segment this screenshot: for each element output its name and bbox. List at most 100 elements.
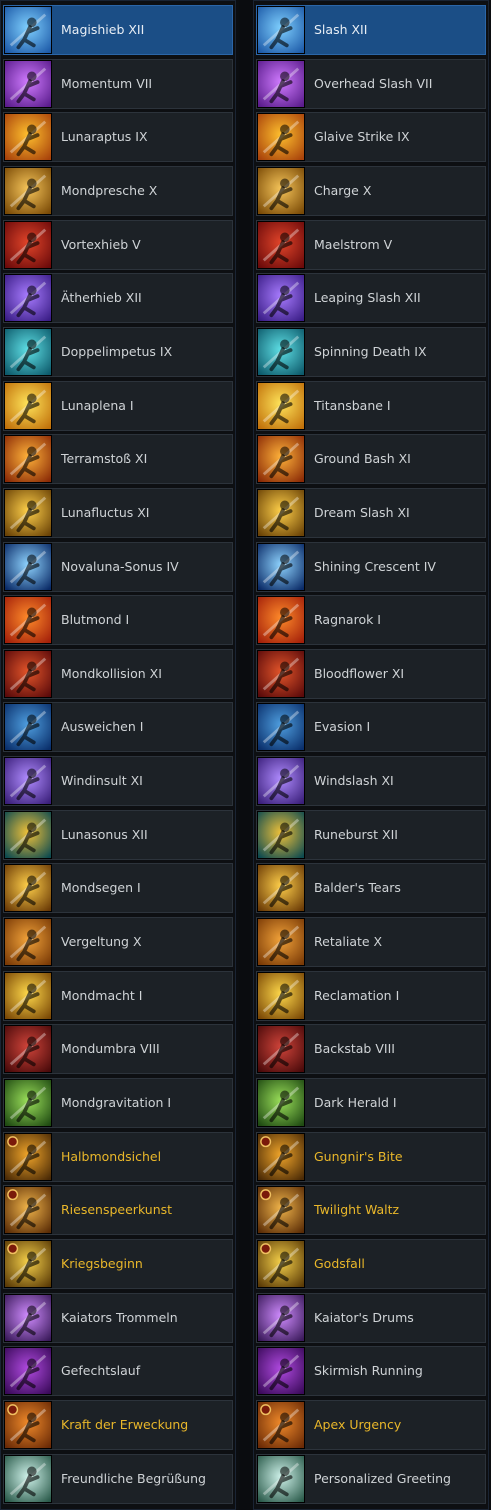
kaiators-drums-icon — [257, 1293, 305, 1342]
skill-name: Titansbane I — [314, 397, 391, 413]
skill-row[interactable]: Kaiator's Drums — [256, 1292, 486, 1343]
skill-row[interactable]: Gungnir's Bite — [256, 1131, 486, 1182]
skill-row[interactable]: Windinsult XI — [3, 756, 233, 807]
skill-row[interactable]: Personalized Greeting — [256, 1453, 486, 1504]
bloodflower-icon — [4, 649, 52, 698]
skill-name: Kriegsbeginn — [61, 1255, 143, 1271]
skill-row[interactable]: Spinning Death IX — [256, 326, 486, 377]
skill-name: Reclamation I — [314, 987, 400, 1003]
skill-row[interactable]: Windslash XI — [256, 756, 486, 807]
skill-row[interactable]: Reclamation I — [256, 970, 486, 1021]
skill-row[interactable]: Dark Herald I — [256, 1078, 486, 1128]
greeting-icon — [4, 1454, 52, 1503]
skill-name: Glaive Strike IX — [314, 129, 410, 145]
skill-row[interactable]: Halbmondsichel — [3, 1131, 233, 1182]
skill-row[interactable]: Runeburst XII — [256, 809, 486, 860]
red-sun-icon — [257, 596, 305, 645]
skill-name: Bloodflower XI — [314, 665, 405, 681]
skill-row[interactable]: Godsfall — [256, 1238, 486, 1289]
skill-row[interactable]: Glaive Strike IX — [256, 112, 486, 163]
spinning-death-icon — [4, 327, 52, 376]
leaping-slash-icon — [4, 274, 52, 323]
skill-row[interactable]: Mondgravitation I — [3, 1078, 233, 1128]
skill-row[interactable]: Leaping Slash XII — [256, 273, 486, 324]
skill-row[interactable]: Evasion I — [256, 702, 486, 753]
skill-name: Balder's Tears — [314, 880, 401, 896]
skill-row[interactable]: Momentum VII — [3, 58, 233, 109]
skill-row[interactable]: Ground Bash XI — [256, 434, 486, 485]
skill-name: Halbmondsichel — [61, 1148, 162, 1164]
skill-row[interactable]: Retaliate X — [256, 917, 486, 968]
skill-row[interactable]: Vergeltung X — [3, 917, 233, 968]
skill-row[interactable]: Lunaplena I — [3, 380, 233, 431]
skill-row[interactable]: Titansbane I — [256, 380, 486, 431]
skill-name: Lunafluctus XI — [61, 504, 150, 520]
skill-name: Blutmond I — [61, 612, 130, 628]
skill-row[interactable]: Magishieb XII — [3, 5, 233, 55]
skill-name: Runeburst XII — [314, 826, 398, 842]
skill-row[interactable]: Mondkollision XI — [3, 648, 233, 699]
skill-row[interactable]: Twilight Waltz — [256, 1185, 486, 1236]
retaliate-icon — [4, 918, 52, 967]
skill-name: Vergeltung X — [61, 934, 142, 950]
skill-row[interactable]: Blutmond I — [3, 595, 233, 646]
skill-row[interactable]: Bloodflower XI — [256, 648, 486, 699]
skill-row[interactable]: Lunasonus XII — [3, 809, 233, 860]
twilight-waltz-icon — [4, 1186, 52, 1235]
crescent-moon-icon — [4, 542, 52, 591]
backstab-icon — [257, 1025, 305, 1074]
skill-row[interactable]: Lunafluctus XI — [3, 487, 233, 538]
skill-name: Mondmacht I — [61, 987, 143, 1003]
skill-row[interactable]: Terramstoß XI — [3, 434, 233, 485]
skill-row[interactable]: Charge X — [256, 165, 486, 216]
skill-row[interactable]: Ätherhieb XII — [3, 273, 233, 324]
skill-row[interactable]: Gefechtslauf — [3, 1346, 233, 1397]
skill-row[interactable]: Shining Crescent IV — [256, 541, 486, 592]
skill-row[interactable]: Kriegsbeginn — [3, 1238, 233, 1289]
skill-name: Mondgravitation I — [61, 1095, 172, 1110]
skill-row[interactable]: Mondpresche X — [3, 165, 233, 216]
dream-slash-icon — [4, 488, 52, 537]
backstab-icon — [4, 1025, 52, 1074]
runeburst-icon — [257, 810, 305, 859]
overhead-slash-icon — [4, 59, 52, 108]
skirmish-running-icon — [257, 1347, 305, 1396]
skill-name: Shining Crescent IV — [314, 558, 436, 574]
skill-name: Lunaraptus IX — [61, 129, 148, 145]
german-skill-column: Magishieb XII Momentum VII Lunaraptus IX Mo… — [0, 0, 236, 1510]
twilight-waltz-icon — [257, 1186, 305, 1235]
skill-row[interactable]: Lunaraptus IX — [3, 112, 233, 163]
bloodflower-icon — [257, 649, 305, 698]
skill-name: Backstab VIII — [314, 1041, 395, 1057]
skill-row[interactable]: Kaiators Trommeln — [3, 1292, 233, 1343]
skill-row[interactable]: Kraft der Erweckung — [3, 1399, 233, 1450]
skill-row[interactable]: Slash XII — [256, 5, 486, 55]
skill-name: Ätherhieb XII — [61, 290, 142, 306]
skill-name: Maelstrom V — [314, 236, 393, 252]
skill-name: Evasion I — [314, 719, 371, 735]
skill-row[interactable]: Novaluna-Sonus IV — [3, 541, 233, 592]
maelstrom-icon — [257, 220, 305, 269]
skill-row[interactable]: Ragnarok I — [256, 595, 486, 646]
skill-row[interactable]: Vortexhieb V — [3, 219, 233, 270]
skill-name: Twilight Waltz — [314, 1202, 400, 1218]
skill-row[interactable]: Mondsegen I — [3, 863, 233, 914]
skill-row[interactable]: Ausweichen I — [3, 702, 233, 753]
skill-name: Mondkollision XI — [61, 665, 162, 681]
maelstrom-icon — [4, 220, 52, 269]
skill-row[interactable]: Doppelimpetus IX — [3, 326, 233, 377]
skill-row[interactable]: Maelstrom V — [256, 219, 486, 270]
skill-row[interactable]: Dream Slash XI — [256, 487, 486, 538]
skill-row[interactable]: Riesenspeerkunst — [3, 1185, 233, 1236]
skill-row[interactable]: Apex Urgency — [256, 1399, 486, 1450]
skill-row[interactable]: Mondmacht I — [3, 970, 233, 1021]
skill-row[interactable]: Overhead Slash VII — [256, 58, 486, 109]
godsfall-icon — [4, 1239, 52, 1288]
skill-row[interactable]: Skirmish Running — [256, 1346, 486, 1397]
skill-row[interactable]: Backstab VIII — [256, 1024, 486, 1075]
skill-name: Magishieb XII — [61, 22, 145, 37]
skill-name: Ground Bash XI — [314, 451, 411, 467]
skill-row[interactable]: Balder's Tears — [256, 863, 486, 914]
skill-row[interactable]: Freundliche Begrüßung — [3, 1453, 233, 1504]
skill-row[interactable]: Mondumbra VIII — [3, 1024, 233, 1075]
